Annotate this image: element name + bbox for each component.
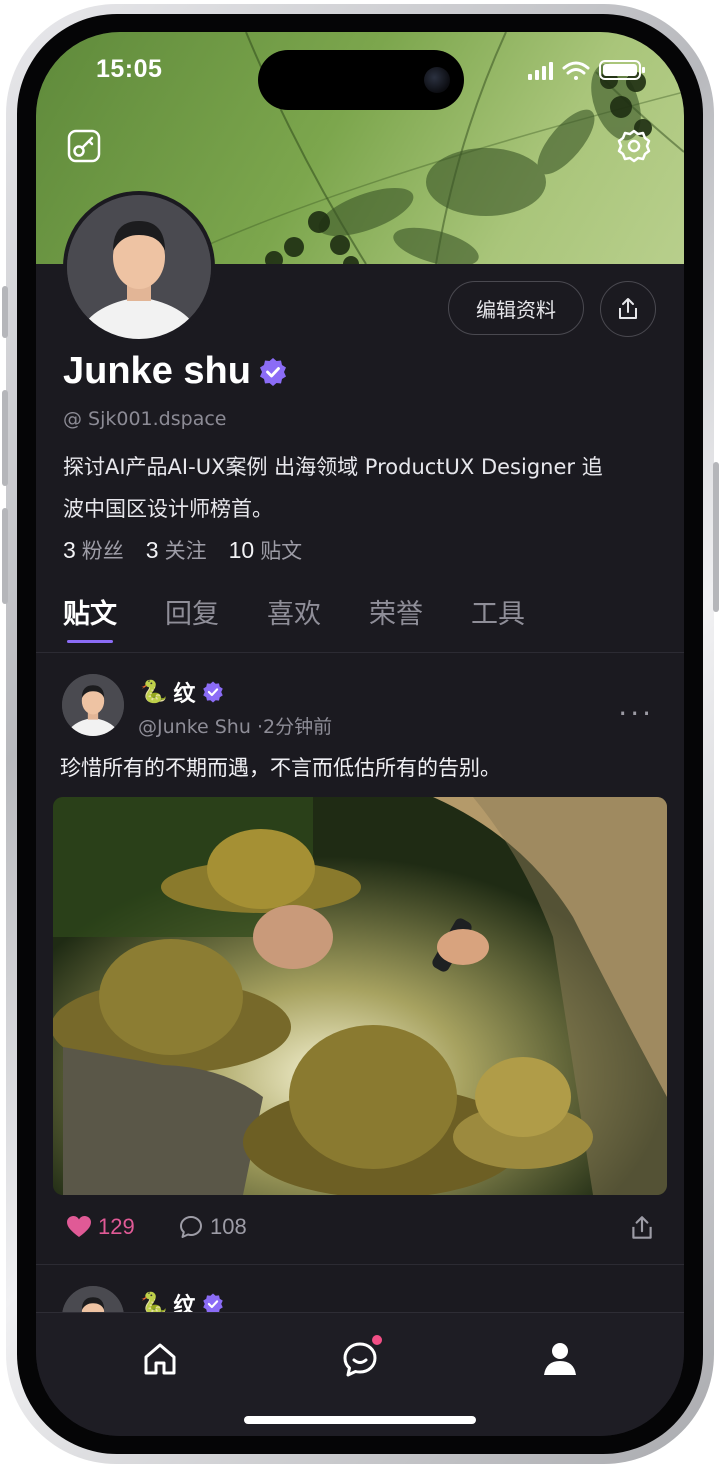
comment-count: 108 [210,1214,247,1239]
volume-down-button [2,508,8,604]
posts-label: 贴文 [260,539,303,563]
tabs-divider [36,652,684,653]
profile-handle: @ Sjk001.dspace [63,408,227,430]
dynamic-island [258,50,464,110]
post-actions: 129 108 [66,1214,656,1248]
avatar-portrait [62,674,124,736]
bio-line: 波中国区设计师榜首。 [63,497,273,521]
share-profile-button[interactable] [600,281,656,337]
wifi-icon [562,61,590,80]
avatar-portrait [67,195,211,339]
tab-tools[interactable]: 工具 [471,592,525,631]
more-options-icon[interactable]: ··· [618,697,654,730]
battery-icon [599,60,645,80]
profile-stats: 3 粉丝 3 关注 10 贴文 [63,535,302,565]
tab-label: 贴文 [63,599,117,630]
author-name-text: 纹 [173,682,196,707]
comment-button[interactable]: 108 [178,1214,247,1240]
status-icons [528,60,645,80]
signal-icon [528,62,553,80]
active-tab-indicator [67,640,113,643]
profile-avatar[interactable] [63,191,215,343]
posts-count: 10 [228,537,255,563]
like-count: 129 [98,1214,135,1239]
bio-line: 探讨AI产品AI-UX案例 出海领域 ProductUX Designer 追 [63,455,603,479]
status-time: 15:05 [96,55,163,83]
tab-posts[interactable]: 贴文 [63,592,117,643]
following-label: 关注 [164,539,207,563]
screen: 15:05 编辑资料 Junke shu @ Sjk001.dspace 探讨A… [36,32,684,1436]
key-icon[interactable] [64,126,104,166]
edit-profile-button[interactable]: 编辑资料 [448,281,584,335]
followers-label: 粉丝 [81,539,124,563]
tab-replies[interactable]: 回复 [165,592,219,631]
tab-likes[interactable]: 喜欢 [267,592,321,631]
profile-bio: 探讨AI产品AI-UX案例 出海领域 ProductUX Designer 追 … [63,446,659,530]
front-camera [424,67,450,93]
mute-switch [2,286,8,338]
following-stat[interactable]: 3 关注 [146,535,207,565]
share-icon[interactable] [628,1214,656,1242]
post-photo[interactable] [53,797,667,1195]
followers-stat[interactable]: 3 粉丝 [63,535,124,565]
share-icon [619,298,637,319]
posts-stat[interactable]: 10 贴文 [229,535,303,565]
verified-badge-icon [203,681,224,703]
post-divider [36,1264,684,1265]
post-meta: @Junke Shu ·2分钟前 [138,712,332,739]
post-time: ·2分钟前 [256,716,333,738]
profile-name-text: Junke shu [63,350,251,392]
post-text: 珍惜所有的不期而遇，不言而低估所有的告别。 [60,756,501,780]
comment-icon [180,1216,202,1238]
power-button [713,462,719,612]
tab-honors[interactable]: 荣誉 [369,592,423,631]
photo-children-straw-hats [53,797,667,1195]
home-icon[interactable] [140,1339,180,1379]
followers-count: 3 [63,537,76,563]
post-author-name[interactable]: 🐍 纹 [140,676,225,708]
messages-icon[interactable] [340,1339,380,1379]
profile-tabs: 贴文 回复 喜欢 荣誉 工具 [63,592,525,643]
notification-dot [372,1335,382,1345]
heart-icon [67,1216,91,1237]
snake-emoji: 🐍 [140,679,168,705]
following-count: 3 [145,537,159,563]
home-indicator [244,1416,476,1424]
post-author-avatar[interactable] [62,674,124,736]
volume-up-button [2,390,8,486]
profile-name: Junke shu [63,350,289,393]
post-handle: @Junke Shu [138,716,251,738]
settings-gear-icon[interactable] [614,126,654,166]
profile-icon[interactable] [540,1339,580,1379]
like-button[interactable]: 129 [66,1214,135,1240]
verified-badge-icon [259,357,286,386]
